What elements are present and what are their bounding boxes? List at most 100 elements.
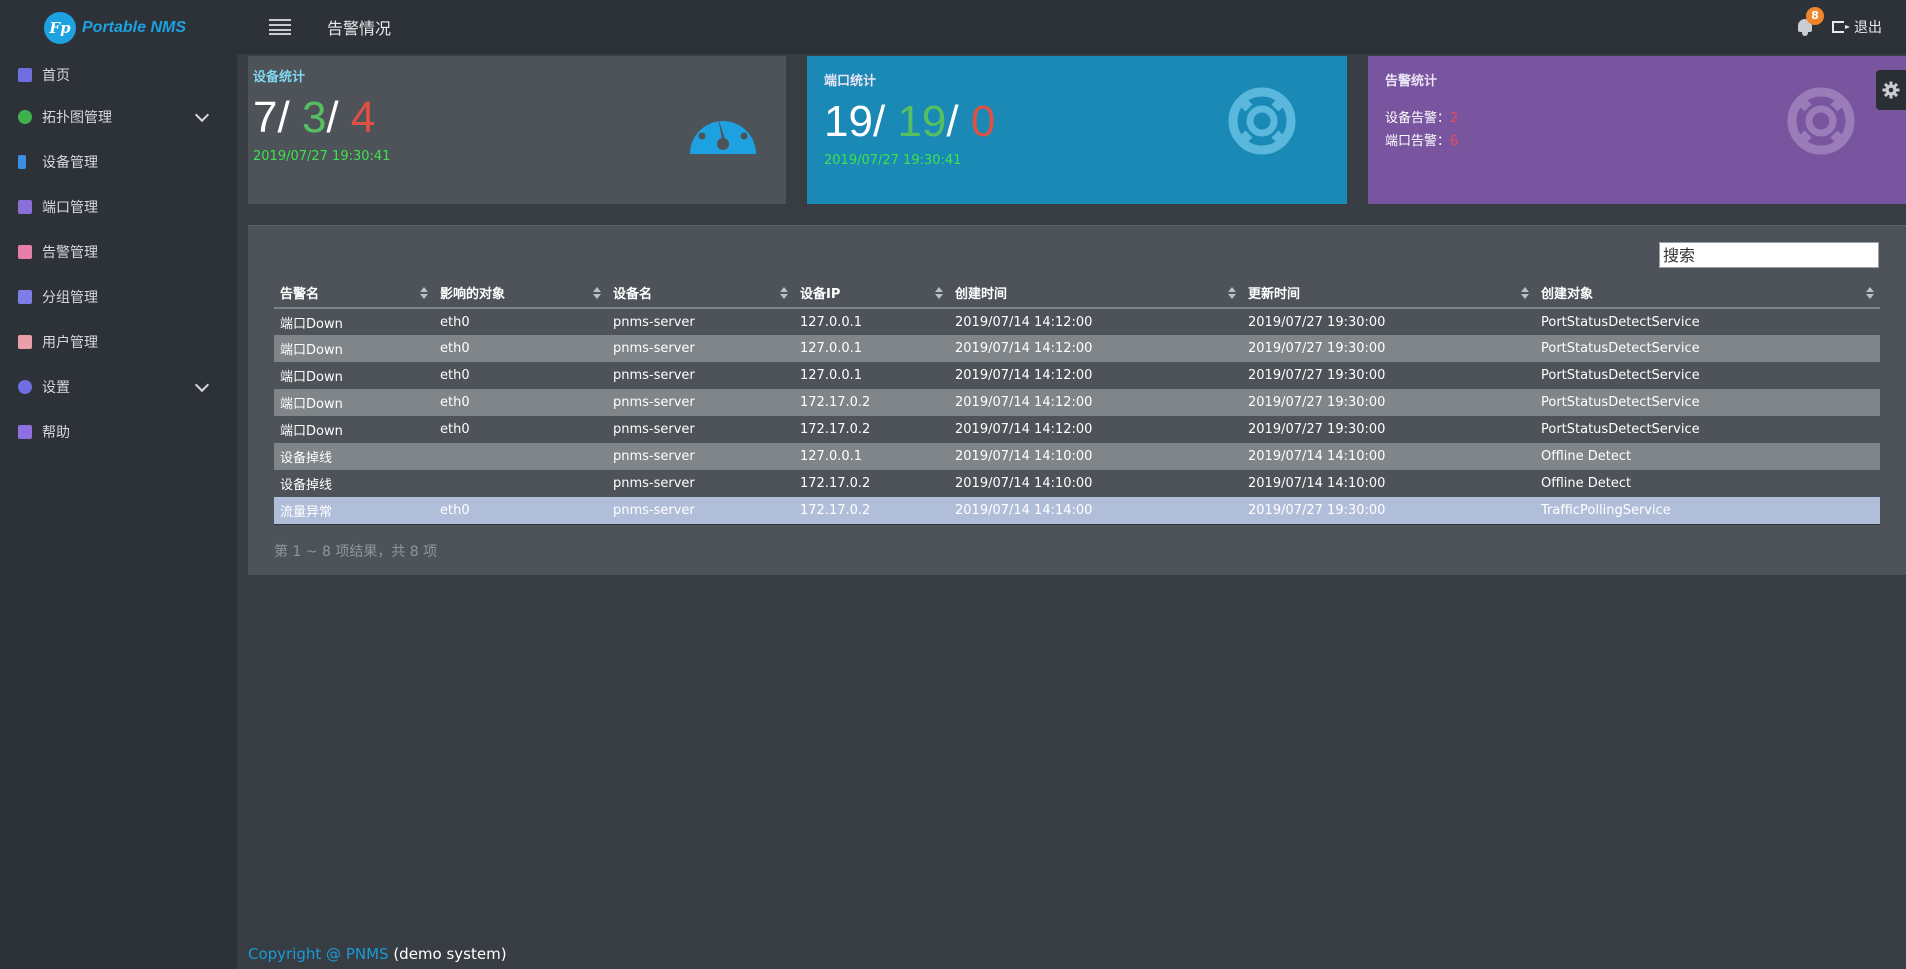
cell-device-name: pnms-server [613, 422, 695, 437]
sort-icon [1228, 287, 1236, 299]
cell-creator: PortStatusDetectService [1541, 422, 1700, 437]
sidebar-item-label: 告警管理 [42, 244, 98, 261]
chevron-down-icon [194, 377, 210, 393]
column-header-device-ip[interactable]: 设备IP [794, 278, 949, 309]
cell-device-ip: 127.0.0.1 [800, 449, 863, 464]
cell-alarm-name: 端口Down [280, 316, 343, 332]
column-header-device-name[interactable]: 设备名 [607, 278, 794, 309]
cell-updated-time: 2019/07/27 19:30:00 [1248, 422, 1386, 437]
cell-updated-time: 2019/07/27 19:30:00 [1248, 314, 1386, 330]
table-row[interactable]: 端口Down eth0 pnms-server 127.0.0.1 2019/07/14… [274, 308, 1880, 335]
sidebar-item-settings[interactable]: 设置 [0, 364, 237, 409]
cell-created-time: 2019/07/14 14:12:00 [955, 422, 1093, 437]
sidebar-item-devices[interactable]: 设备管理 [0, 139, 237, 184]
sign-out-icon [1832, 21, 1850, 33]
column-header-creator[interactable]: 创建对象 [1535, 278, 1880, 309]
cell-affected-object: eth0 [440, 422, 470, 437]
dashboard-gauge-icon [690, 110, 756, 154]
list-icon [18, 289, 32, 304]
sidebar-item-groups[interactable]: 分组管理 [0, 274, 237, 319]
cell-created-time: 2019/07/14 14:10:00 [955, 476, 1093, 491]
sidebar-item-alarms[interactable]: 告警管理 [0, 229, 237, 274]
cell-created-time: 2019/07/14 14:12:00 [955, 314, 1093, 330]
cell-creator: PortStatusDetectService [1541, 341, 1700, 356]
cell-alarm-name: 端口Down [280, 424, 343, 439]
app-logo[interactable]: Fp Portable NMS [0, 0, 237, 56]
cell-creator: TrafficPollingService [1535, 497, 1880, 525]
cell-alarm-name: 设备掉线 [280, 478, 333, 493]
cell-device-name: pnms-server [613, 449, 695, 464]
cell-creator: PortStatusDetectService [1541, 395, 1700, 410]
copyright-link[interactable]: Copyright @ PNMS [248, 945, 389, 963]
cell-alarm-name: 端口Down [280, 397, 343, 412]
sort-icon [420, 287, 428, 299]
device-down: 4 [350, 93, 376, 142]
notifications-button[interactable]: 8 [1796, 7, 1824, 37]
settings-panel-toggle[interactable] [1876, 70, 1906, 110]
cell-device-name: pnms-server [613, 314, 695, 330]
column-header-updated-time[interactable]: 更新时间 [1242, 278, 1535, 309]
column-header-affected-object[interactable]: 影响的对象 [434, 278, 607, 309]
sidebar-item-topology[interactable]: 拓扑图管理 [0, 94, 237, 139]
cell-creator: Offline Detect [1541, 476, 1632, 491]
gear-icon [18, 379, 32, 394]
cell-updated-time: 2019/07/14 14:10:00 [1248, 476, 1386, 491]
table-row[interactable]: 端口Down eth0 pnms-server 127.0.0.1 2019/07/14… [274, 335, 1880, 362]
cell-affected-object: eth0 [434, 497, 607, 525]
port-down: 0 [970, 97, 996, 146]
device-stats-card: 设备统计 7/ 3/ 4 2019/07/27 19:30:41 [248, 56, 786, 204]
user-icon [18, 334, 32, 349]
sidebar-item-label: 用户管理 [42, 334, 98, 351]
cell-affected-object: eth0 [440, 368, 470, 383]
top-right-actions: 8 退出 [1796, 0, 1882, 54]
cell-created-time: 2019/07/14 14:10:00 [955, 449, 1093, 464]
sidebar-item-home[interactable]: 首页 [0, 56, 237, 94]
sidebar-item-label: 帮助 [42, 424, 70, 441]
cell-created-time: 2019/07/14 14:12:00 [955, 368, 1093, 383]
cell-creator: PortStatusDetectService [1541, 368, 1700, 383]
sidebar-item-label: 端口管理 [42, 199, 98, 216]
logout-button[interactable]: 退出 [1832, 17, 1882, 37]
port-up: 19 [897, 97, 947, 146]
cell-created-time: 2019/07/14 14:14:00 [949, 497, 1242, 525]
cell-updated-time: 2019/07/27 19:30:00 [1242, 497, 1535, 525]
table-row[interactable]: 设备掉线 pnms-server 127.0.0.1 2019/07/14 14:10… [274, 443, 1880, 470]
port-alarm-label: 端口告警： [1385, 134, 1451, 149]
cell-affected-object: eth0 [440, 341, 470, 356]
table-row[interactable]: 端口Down eth0 pnms-server 172.17.0.2 2019/07/1… [274, 416, 1880, 443]
bell-icon [18, 244, 32, 259]
search-input[interactable] [1659, 242, 1879, 268]
sidebar-item-users[interactable]: 用户管理 [0, 319, 237, 364]
sidebar-item-ports[interactable]: 端口管理 [0, 184, 237, 229]
port-alarm-count: 6 [1450, 134, 1459, 149]
footer: Copyright @ PNMS (demo system) [248, 945, 507, 963]
cell-affected-object [434, 443, 607, 470]
sidebar-item-help[interactable]: 帮助 [0, 409, 237, 454]
table-row[interactable]: 端口Down eth0 pnms-server 172.17.0.2 2019/07/1… [274, 389, 1880, 416]
sidebar-item-label: 设备管理 [42, 154, 98, 171]
menu-toggle-button[interactable] [253, 0, 307, 54]
table-row[interactable]: 流量异常 eth0 pnms-server 172.17.0.2 2019/07/14 … [274, 497, 1880, 525]
logo-text: Portable NMS [82, 19, 187, 36]
cell-updated-time: 2019/07/14 14:10:00 [1248, 449, 1386, 464]
lifebuoy-icon [1228, 87, 1296, 155]
device-up: 3 [301, 93, 327, 142]
table-info: 第 1 ~ 8 项结果，共 8 项 [274, 544, 438, 560]
device-alarm-count: 2 [1450, 111, 1459, 126]
alarm-stats-card: 告警统计 设备告警：2 端口告警：6 [1368, 56, 1906, 204]
footer-suffix: (demo system) [388, 945, 507, 963]
alarm-table-body: 端口Down eth0 pnms-server 127.0.0.1 2019/07/14… [274, 308, 1880, 525]
gear-icon [1882, 81, 1900, 99]
dashboard-icon [18, 68, 32, 82]
sidebar-item-label: 拓扑图管理 [42, 109, 112, 126]
cell-updated-time: 2019/07/27 19:30:00 [1248, 395, 1386, 410]
sort-icon [780, 287, 788, 299]
cell-updated-time: 2019/07/27 19:30:00 [1248, 368, 1386, 383]
port-stats-card: 端口统计 19/ 19/ 0 2019/07/27 19:30:41 [807, 56, 1347, 204]
table-row[interactable]: 端口Down eth0 pnms-server 127.0.0.1 2019/07/14… [274, 362, 1880, 389]
column-header-alarm-name[interactable]: 告警名 [274, 278, 434, 309]
topbar: 告警情况 8 退出 [237, 0, 1906, 54]
column-header-created-time[interactable]: 创建时间 [949, 278, 1242, 309]
device-alarm-label: 设备告警： [1385, 111, 1451, 126]
table-row[interactable]: 设备掉线 pnms-server 172.17.0.2 2019/07/14 14:1… [274, 470, 1880, 497]
